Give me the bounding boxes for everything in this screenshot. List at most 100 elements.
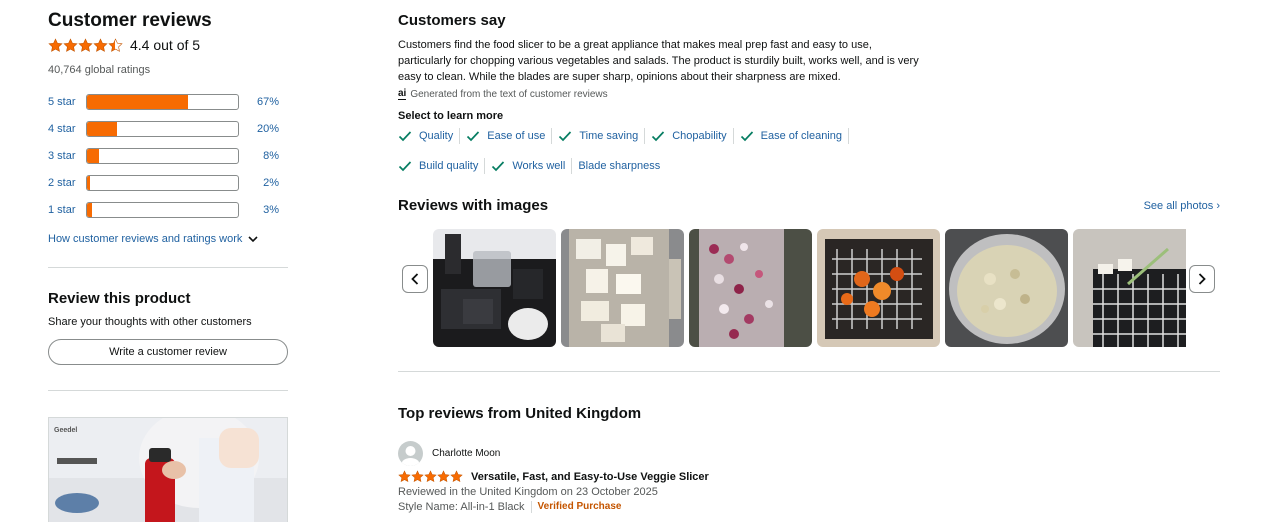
checkmark-icon <box>559 131 572 142</box>
aspect-label[interactable]: Blade sharpness <box>578 160 660 172</box>
histogram-row[interactable]: 2 star 2% <box>48 169 288 196</box>
review-image <box>945 229 1068 347</box>
histogram-label[interactable]: 3 star <box>48 150 86 162</box>
top-reviews-title: Top reviews from United Kingdom <box>398 405 642 422</box>
histogram-percent[interactable]: 67% <box>239 96 279 108</box>
how-reviews-work-label[interactable]: How customer reviews and ratings work <box>48 233 242 245</box>
aspect-label[interactable]: Ease of use <box>487 130 545 142</box>
write-review-button[interactable]: Write a customer review <box>48 339 288 365</box>
review-image-thumbnail[interactable] <box>1073 229 1186 347</box>
review-image-thumbnail[interactable] <box>561 229 684 347</box>
review-author-name[interactable]: Charlotte Moon <box>432 448 500 459</box>
histogram-fill <box>87 94 189 109</box>
aspect-label[interactable]: Chopability <box>672 130 726 142</box>
reviews-main: Customers say Customers find the food sl… <box>398 12 1220 513</box>
star-full-icon <box>93 37 108 52</box>
aspect-label[interactable]: Quality <box>419 130 453 142</box>
ai-note-text: Generated from the text of customer revi… <box>410 88 608 100</box>
checkmark-icon <box>398 161 412 172</box>
star-full-icon <box>48 37 63 52</box>
histogram-fill <box>87 175 91 190</box>
histogram-row[interactable]: 4 star 20% <box>48 115 288 142</box>
carousel-prev-button[interactable] <box>402 265 428 293</box>
rating-histogram: 5 star 67% 4 star 20% 3 star 8% 2 star 2… <box>48 88 288 223</box>
review-image <box>1073 229 1186 347</box>
aspect-label[interactable]: Works well <box>512 160 565 172</box>
checkmark-icon <box>492 161 505 172</box>
review-title[interactable]: Versatile, Fast, and Easy-to-Use Veggie … <box>471 471 709 483</box>
aspect-chip[interactable]: Blade sharpness <box>578 158 666 174</box>
histogram-bar[interactable] <box>86 120 239 137</box>
star-full-icon <box>450 470 463 483</box>
aspect-chip[interactable]: Chopability <box>651 128 734 144</box>
review-product-title: Review this product <box>48 290 191 307</box>
aspect-label[interactable]: Time saving <box>579 130 638 142</box>
histogram-percent[interactable]: 2% <box>239 177 279 189</box>
histogram-bar[interactable] <box>86 147 239 164</box>
histogram-fill <box>87 148 100 163</box>
aspect-chip[interactable]: Ease of cleaning <box>740 128 849 144</box>
review-title-row[interactable]: Versatile, Fast, and Easy-to-Use Veggie … <box>398 470 998 483</box>
average-rating-text: 4.4 out of 5 <box>130 37 201 53</box>
review-date: Reviewed in the United Kingdom on 23 Oct… <box>398 486 658 498</box>
star-full-icon <box>63 37 78 52</box>
how-reviews-work-link[interactable]: How customer reviews and ratings work <box>48 233 288 245</box>
aspect-label[interactable]: Ease of cleaning <box>761 130 842 142</box>
review-image <box>817 229 940 347</box>
review-product-subtitle: Share your thoughts with other customers <box>48 316 252 328</box>
promo-brand-label: Geedel <box>54 427 78 434</box>
histogram-percent[interactable]: 3% <box>239 204 279 216</box>
ai-generated-note: ai Generated from the text of customer r… <box>398 88 1220 100</box>
aspect-chip[interactable]: Works well <box>491 158 573 174</box>
histogram-label[interactable]: 4 star <box>48 123 86 135</box>
customer-reviews-title: Customer reviews <box>48 10 212 31</box>
average-stars <box>48 37 123 53</box>
see-all-photos-link[interactable]: See all photos › <box>1144 200 1220 212</box>
divider <box>48 267 288 268</box>
histogram-row[interactable]: 3 star 8% <box>48 142 288 169</box>
histogram-label[interactable]: 5 star <box>48 96 86 108</box>
aspect-chip[interactable]: Build quality <box>398 158 486 174</box>
chevron-down-icon <box>248 235 258 242</box>
aspect-chip[interactable]: Ease of use <box>466 128 553 144</box>
star-full-icon <box>78 37 93 52</box>
review-stars <box>398 470 463 483</box>
carousel-next-button[interactable] <box>1189 265 1215 293</box>
histogram-row[interactable]: 1 star 3% <box>48 196 288 223</box>
reviews-summary: Customer reviews 4.4 out of 5 40,764 glo… <box>48 10 288 522</box>
histogram-fill <box>87 121 118 136</box>
reviews-with-images-header: Reviews with images See all photos › <box>398 197 1220 214</box>
star-full-icon <box>411 470 424 483</box>
average-rating-row[interactable]: 4.4 out of 5 <box>48 35 288 55</box>
customers-say-title: Customers say <box>398 12 506 29</box>
review-image-thumbnail[interactable] <box>689 229 812 347</box>
divider <box>48 390 288 391</box>
aspect-chip[interactable]: Quality <box>398 128 461 144</box>
chevron-right-icon <box>1198 273 1206 285</box>
review-author[interactable]: Charlotte Moon <box>398 441 998 466</box>
review-image-thumbnail[interactable] <box>433 229 556 347</box>
histogram-bar[interactable] <box>86 93 239 110</box>
histogram-bar[interactable] <box>86 174 239 191</box>
aspect-chip[interactable]: Time saving <box>558 128 646 144</box>
review-image-thumbnail[interactable] <box>945 229 1068 347</box>
divider <box>530 501 532 513</box>
histogram-fill <box>87 202 92 217</box>
histogram-label[interactable]: 2 star <box>48 177 86 189</box>
checkmark-icon <box>398 131 412 142</box>
promo-video-thumbnail[interactable]: Geedel <box>48 417 288 522</box>
default-avatar-icon <box>401 446 420 466</box>
histogram-percent[interactable]: 20% <box>239 123 279 135</box>
review-image-thumbnail[interactable] <box>817 229 940 347</box>
review-images-carousel <box>398 229 1220 349</box>
chevron-left-icon <box>411 273 419 285</box>
histogram-label[interactable]: 1 star <box>48 204 86 216</box>
review-image <box>561 229 684 347</box>
histogram-percent[interactable]: 8% <box>239 150 279 162</box>
histogram-row[interactable]: 5 star 67% <box>48 88 288 115</box>
star-full-icon <box>437 470 450 483</box>
customers-say-text: Customers find the food slicer to be a g… <box>398 39 919 83</box>
aspect-chips: Quality Ease of use Time saving Chopabil… <box>398 128 928 174</box>
aspect-label[interactable]: Build quality <box>419 160 478 172</box>
histogram-bar[interactable] <box>86 201 239 218</box>
